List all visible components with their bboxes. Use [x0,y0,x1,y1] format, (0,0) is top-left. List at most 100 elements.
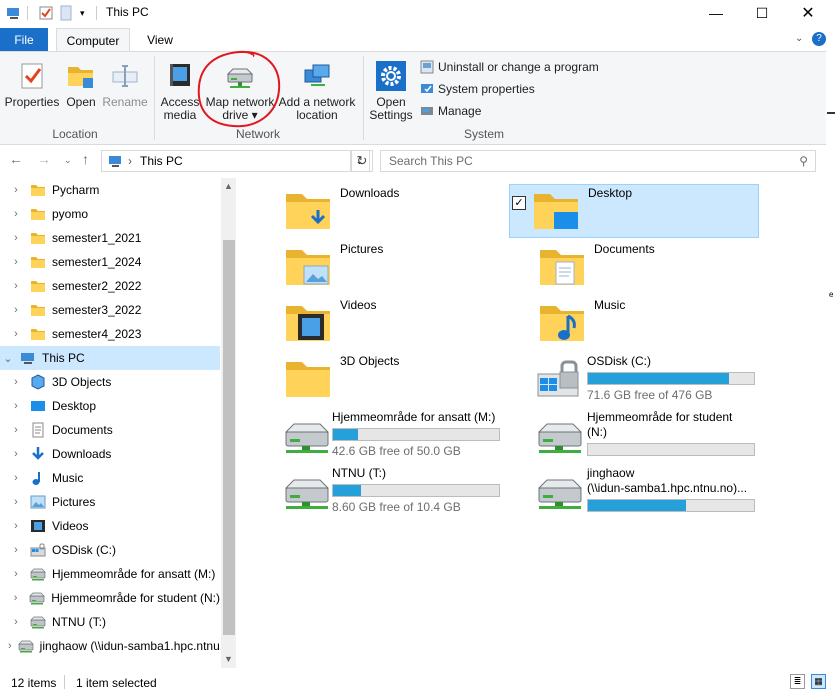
expand-chevron-icon[interactable]: › [8,256,24,268]
nav-item-documents[interactable]: › Documents [0,418,220,442]
address-bar[interactable]: › This PC [101,150,351,172]
properties-label: Properties [4,95,60,109]
drive-usage-bar [332,428,500,441]
folder-name: 3D Objects [340,354,400,368]
scroll-up-icon[interactable]: ▲ [224,181,233,191]
large-icons-view-icon[interactable]: ▦ [811,674,826,689]
expand-chevron-icon[interactable]: › [8,424,24,436]
nav-item-pyomo[interactable]: › pyomo [0,202,220,226]
expand-chevron-icon[interactable]: › [8,400,24,412]
nav-item-semester1-2021[interactable]: › semester1_2021 [0,226,220,250]
folder-pictures[interactable]: Pictures [284,242,383,290]
nav-item-jinghaow-idun-samba1-hpc-ntnu-no[interactable]: › jinghaow (\\idun-samba1.hpc.ntnu.no) [0,634,236,658]
expand-chevron-icon[interactable]: › [8,328,24,340]
details-view-icon[interactable]: ≣ [790,674,805,689]
drive-t[interactable]: NTNU (T:) 8.60 GB free of 10.4 GB [282,466,500,515]
collapse-ribbon-icon[interactable]: ⌄ [795,33,803,44]
drive-name-line-1: Hjemmeområde for student [587,410,733,424]
network-drive-icon [29,590,45,606]
scroll-down-icon[interactable]: ▼ [224,654,233,664]
drive-jinghaow[interactable]: jinghaow (\\idun-samba1.hpc.ntnu.no)... [535,466,755,514]
expand-chevron-icon[interactable]: › [8,232,24,244]
refresh-icon[interactable]: ↻ [351,150,373,172]
expand-chevron-icon[interactable]: › [8,184,24,196]
recent-locations-icon[interactable]: ⌄ [64,155,72,166]
open-settings-button[interactable]: Open Settings [368,60,414,122]
collapse-chevron-icon[interactable]: ⌄ [0,352,16,365]
properties-button[interactable]: Properties [3,60,61,109]
nav-item-semester1-2024[interactable]: › semester1_2024 [0,250,220,274]
properties-quick-icon[interactable] [38,4,54,22]
expand-chevron-icon[interactable]: › [8,280,24,292]
folder-music[interactable]: Music [538,298,625,346]
folder-desktop[interactable]: ✓ Desktop [510,186,632,234]
nav-item-pictures[interactable]: › Pictures [0,490,220,514]
drive-usage-bar [332,484,500,497]
expand-chevron-icon[interactable]: › [8,640,12,652]
expand-chevron-icon[interactable]: › [8,376,24,388]
drive-osdisk[interactable]: OSDisk (C:) 71.6 GB free of 476 GB [534,354,755,403]
tab-computer[interactable]: Computer [56,28,130,52]
expand-chevron-icon[interactable]: › [8,568,24,580]
folder-documents[interactable]: Documents [538,242,655,290]
search-icon: ⚲ [799,154,808,168]
tab-file[interactable]: File [0,28,48,52]
expand-chevron-icon[interactable]: › [8,592,23,604]
expand-chevron-icon[interactable]: › [8,520,24,532]
folder-3d-objects[interactable]: 3D Objects [284,354,399,402]
nav-item-videos[interactable]: › Videos [0,514,220,538]
add-network-location-button[interactable]: Add a network location [278,60,356,122]
help-icon[interactable]: ? [812,32,826,46]
uninstall-program-button[interactable]: Uninstall or change a program [419,56,599,78]
drive-n[interactable]: Hjemmeområde for student (N:) [535,410,755,458]
folder-downloads[interactable]: Downloads [284,186,399,234]
customize-quick-access-icon[interactable]: ▾ [80,4,85,22]
minimize-button[interactable]: — [693,0,739,26]
up-arrow-icon[interactable]: ↑ [82,151,89,167]
drive-free-space: 42.6 GB free of 50.0 GB [332,444,461,458]
expand-chevron-icon[interactable]: › [8,448,24,460]
nav-item-hjemmeomr-de-for-student-n[interactable]: › Hjemmeområde for student (N:) [0,586,220,610]
rename-button[interactable]: Rename [102,60,148,109]
selection-checkbox[interactable]: ✓ [512,196,526,210]
back-arrow-icon[interactable]: ← [9,151,23,167]
close-button[interactable]: ✕ [785,0,831,26]
settings-gear-icon [376,61,406,91]
scroll-thumb[interactable] [223,240,235,635]
manage-button[interactable]: Manage [419,100,599,122]
expand-chevron-icon[interactable]: › [8,616,24,628]
maximize-button[interactable]: ☐ [739,0,785,26]
breadcrumb-this-pc[interactable]: This PC [140,154,183,168]
nav-item-ntnu-t[interactable]: › NTNU (T:) [0,610,220,634]
expand-chevron-icon[interactable]: › [8,496,24,508]
nav-item-semester4-2023[interactable]: › semester4_2023 [0,322,220,346]
nav-item-downloads[interactable]: › Downloads [0,442,220,466]
expand-chevron-icon[interactable]: › [8,208,24,220]
open-button[interactable]: Open [62,60,100,109]
expand-chevron-icon[interactable]: › [8,472,24,484]
search-input[interactable]: Search This PC ⚲ [380,150,816,172]
drive-m[interactable]: Hjemmeområde for ansatt (M:) 42.6 GB fre… [282,410,500,459]
expand-chevron-icon[interactable]: › [8,544,24,556]
network-drive-icon [30,614,46,630]
nav-item-hjemmeomr-de-for-ansatt-m[interactable]: › Hjemmeområde for ansatt (M:) [0,562,220,586]
annotation-circle [197,50,281,128]
nav-item-this-pc[interactable]: ⌄ This PC [0,346,220,370]
expand-chevron-icon[interactable]: › [8,304,24,316]
new-folder-quick-icon[interactable] [60,4,72,22]
nav-item-music[interactable]: › Music [0,466,220,490]
nav-item-3d-objects[interactable]: › 3D Objects [0,370,220,394]
nav-item-pycharm[interactable]: › Pycharm [0,178,220,202]
documents-icon [30,422,46,438]
tab-view[interactable]: View [138,28,182,52]
downloads-icon [30,446,46,462]
forward-arrow-icon[interactable]: → [37,151,51,167]
folder-videos[interactable]: Videos [284,298,376,346]
nav-item-semester3-2022[interactable]: › semester3_2022 [0,298,220,322]
nav-item-desktop[interactable]: › Desktop [0,394,220,418]
system-properties-label: System properties [438,82,535,96]
nav-item-semester2-2022[interactable]: › semester2_2022 [0,274,220,298]
system-properties-button[interactable]: System properties [419,78,599,100]
drive-usage-bar [587,372,755,385]
nav-item-osdisk-c[interactable]: › OSDisk (C:) [0,538,220,562]
